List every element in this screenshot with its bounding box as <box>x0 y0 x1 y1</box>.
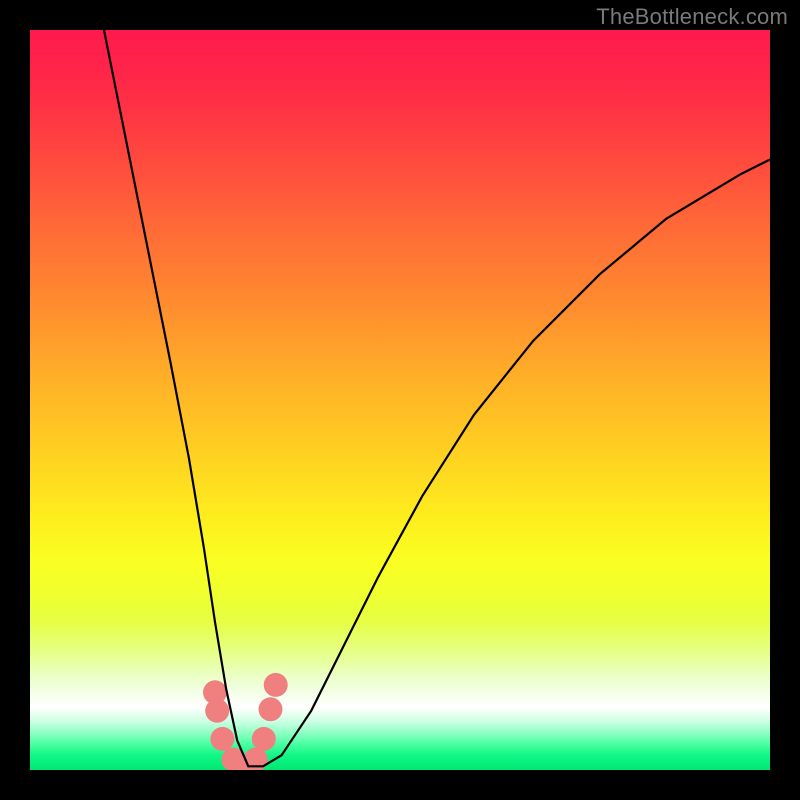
highlight-dot <box>210 727 234 751</box>
watermark-text: TheBottleneck.com <box>596 4 788 30</box>
chart-svg <box>30 30 770 770</box>
highlight-dot <box>259 697 283 721</box>
chart-frame: TheBottleneck.com <box>0 0 800 800</box>
highlight-dot <box>264 673 288 697</box>
highlight-dot <box>252 727 276 751</box>
plot-area <box>30 30 770 770</box>
bottleneck-curve <box>104 30 770 766</box>
highlight-dot <box>205 699 229 723</box>
highlight-markers <box>203 673 288 770</box>
